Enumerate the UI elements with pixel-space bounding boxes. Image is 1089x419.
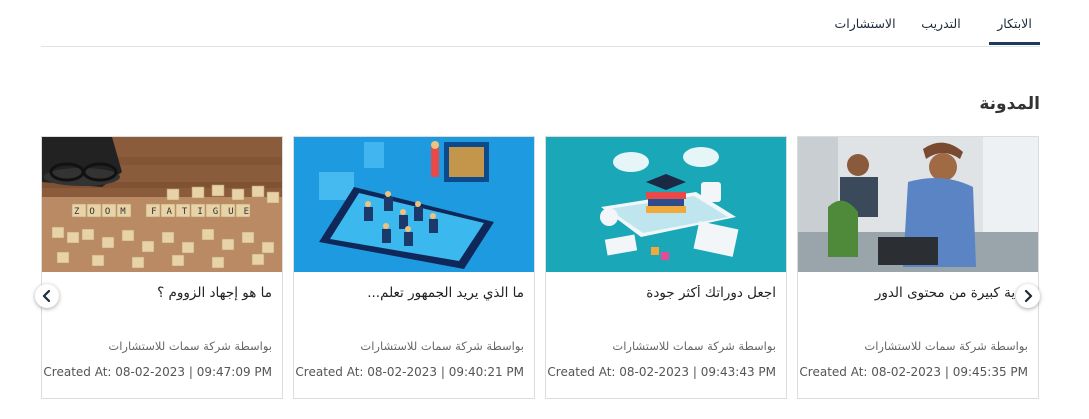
tab-training[interactable]: التدريب <box>919 13 963 45</box>
phone-audience-illustration <box>294 137 534 272</box>
card-title[interactable]: اجعل دوراتك أكثر جودة <box>556 285 776 301</box>
card-author: بواسطة شركة سمات للاستشارات <box>360 339 524 353</box>
carousel-next-button[interactable] <box>1016 284 1040 308</box>
blog-card[interactable]: ...ية كبيرة من محتوى الدور بواسطة شركة س… <box>797 136 1039 399</box>
card-date: Created At: 08-02-2023 | 09:40:21 PM <box>295 365 524 379</box>
section-title: المدونة <box>979 94 1040 114</box>
blog-card[interactable]: ZOOM FATIGUE ما هو إجهاد الزووم ؟ بواسطة… <box>41 136 283 399</box>
tab-bar: الابتكار التدريب الاستشارات <box>41 0 1040 47</box>
card-date: Created At: 08-02-2023 | 09:43:43 PM <box>547 365 776 379</box>
card-author: بواسطة شركة سمات للاستشارات <box>864 339 1028 353</box>
blog-card[interactable]: اجعل دوراتك أكثر جودة بواسطة شركة سمات ل… <box>545 136 787 399</box>
chevron-left-icon <box>42 290 51 302</box>
card-author: بواسطة شركة سمات للاستشارات <box>108 339 272 353</box>
card-author: بواسطة شركة سمات للاستشارات <box>612 339 776 353</box>
chevron-right-icon <box>1024 290 1033 302</box>
tab-consulting[interactable]: الاستشارات <box>831 13 899 45</box>
card-title[interactable]: ...ية كبيرة من محتوى الدور <box>808 285 1028 301</box>
card-title[interactable]: ما الذي يريد الجمهور تعلم... <box>304 285 524 301</box>
card-title[interactable]: ما هو إجهاد الزووم ؟ <box>52 285 272 301</box>
blog-card[interactable]: ما الذي يريد الجمهور تعلم... بواسطة شركة… <box>293 136 535 399</box>
tab-innovation[interactable]: الابتكار <box>989 13 1040 45</box>
online-education-illustration <box>546 137 786 272</box>
card-date: Created At: 08-02-2023 | 09:45:35 PM <box>799 365 1028 379</box>
carousel-prev-button[interactable] <box>35 284 59 308</box>
office-worker-photo <box>798 137 1038 272</box>
zoom-fatigue-blocks-image: ZOOM FATIGUE <box>42 137 282 272</box>
card-date: Created At: 08-02-2023 | 09:47:09 PM <box>43 365 272 379</box>
